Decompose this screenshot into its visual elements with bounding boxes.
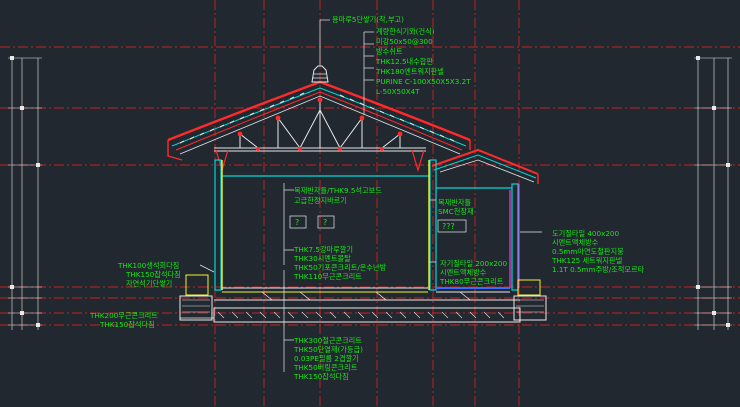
eave-annotation: 1.1T 0.5mm주방/조적모르타: [552, 265, 645, 274]
roof-annotation: THK12.5내수합판: [375, 57, 433, 66]
floor-annotation: THK110무근콘크리트: [293, 272, 362, 281]
ceiling-annotation: 고급한정지바르기: [294, 196, 347, 205]
eave-annotation: 시멘트액체방수: [552, 238, 599, 247]
tile-annotation: 시멘트액체방수: [440, 268, 487, 277]
foundation-annotation: THK300철근콘크리트: [293, 336, 362, 345]
room-label: ?: [323, 218, 327, 227]
foundation-annotation: 0.03PE필름 2겹깔기: [294, 354, 359, 363]
roof-annotation: 방수쉬트: [376, 47, 403, 56]
base-annotation: THK150잡석다짐: [99, 320, 155, 329]
left-annotation: 자연석기단쌓기: [126, 279, 172, 288]
roof-annotation: 미강50x50@300: [376, 37, 433, 46]
roof-annotation: 계량한식기와(건식): [376, 27, 435, 36]
drawing-background: [0, 0, 740, 407]
right-ceiling-annotation: SMC천장재: [438, 207, 474, 216]
right-ceiling-annotation: 목재반자틀: [438, 198, 471, 207]
floor-annotation: THK7.5강마루깔기: [293, 245, 353, 254]
foundation-annotation: THK50버림콘크리트: [293, 363, 358, 372]
roof-annotation: PURINE C-100X50X5X3.2T: [376, 77, 471, 86]
section-drawing: 용마루5단쌓기(착,부고) 계량한식기와(건식) 미강50x50@300 방수쉬…: [0, 0, 740, 407]
ceiling-annotation: 목재반자틀/THK9.5석고보드: [294, 186, 382, 195]
room-label: ?: [295, 218, 299, 227]
floor-annotation: THK50기포콘크리트/온수난방: [293, 263, 387, 272]
eave-annotation: THK125 세트워지판넬: [551, 256, 623, 265]
eave-annotation: 도기질타일 400x200: [552, 229, 619, 238]
roof-annotation: L-50X50X4T: [376, 87, 420, 96]
tile-annotation: 자기질타일 200x200: [440, 259, 507, 268]
left-annotation: THK150잡석다짐: [125, 270, 181, 279]
roof-annotation: 용마루5단쌓기(착,부고): [332, 15, 404, 24]
left-annotation: THK100생석회다짐: [117, 261, 179, 270]
floor-annotation: THK30시멘트몰탈: [293, 254, 351, 263]
foundation-annotation: THK50단열재(가등급): [293, 345, 363, 354]
base-annotation: THK200무근콘크리트: [89, 311, 158, 320]
tile-annotation: THK80무근콘크리트: [439, 277, 504, 286]
room-label: ???: [442, 222, 455, 231]
foundation-annotation: THK150잡석다짐: [293, 372, 349, 381]
eave-annotation: 0.5mm아연도철판지붕: [552, 247, 624, 256]
roof-annotation: THK180엔트워지판넬: [375, 67, 444, 76]
